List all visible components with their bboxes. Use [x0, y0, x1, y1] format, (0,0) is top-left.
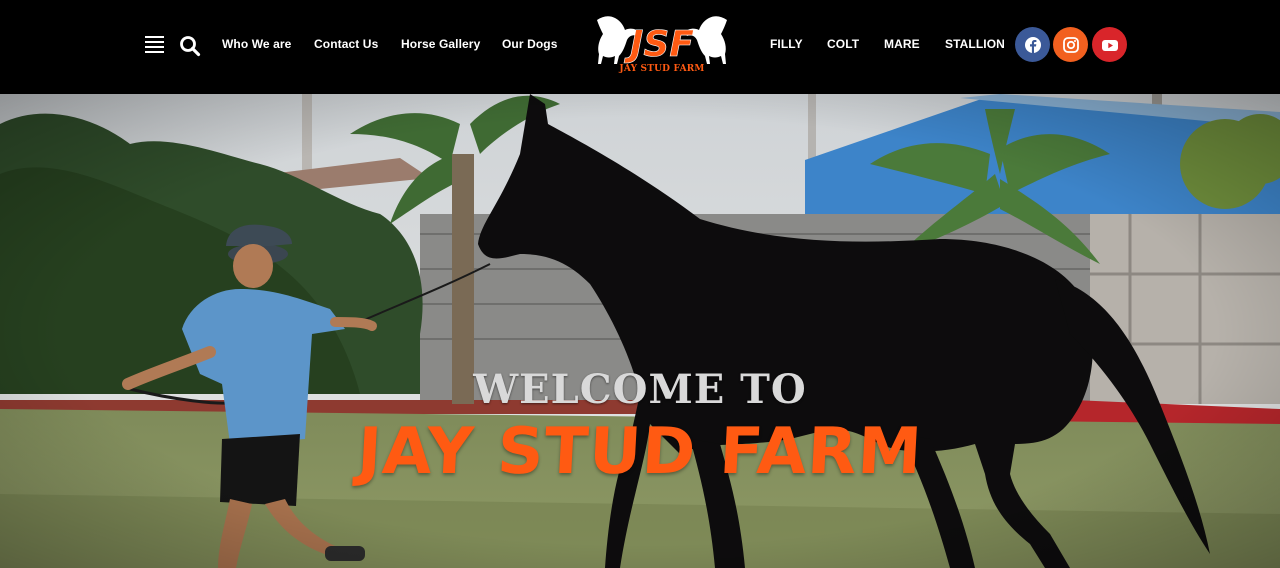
- logo-subtitle: JAY STUD FARM: [619, 64, 705, 74]
- hero-brand-title: JAY STUD FARM: [355, 415, 925, 489]
- logo-letters: JSF: [624, 24, 694, 65]
- youtube-icon[interactable]: [1092, 27, 1127, 62]
- facebook-icon[interactable]: [1015, 27, 1050, 62]
- instagram-icon[interactable]: [1053, 27, 1088, 62]
- nav-mare[interactable]: MARE: [884, 37, 920, 51]
- hero-image: [0, 94, 1280, 568]
- nav-our-dogs[interactable]: Our Dogs: [502, 37, 557, 51]
- nav-filly[interactable]: FILLY: [770, 37, 803, 51]
- nav-contact-us[interactable]: Contact Us: [314, 37, 378, 51]
- nav-horse-gallery[interactable]: Horse Gallery: [401, 37, 480, 51]
- nav-colt[interactable]: COLT: [827, 37, 859, 51]
- nav-stallion[interactable]: STALLION: [945, 37, 1005, 51]
- site-header: Who We are Contact Us Horse Gallery Our …: [0, 0, 1280, 94]
- hero-banner: WELCOME TO JAY STUD FARM: [0, 94, 1280, 568]
- hero-welcome-text: WELCOME TO: [473, 366, 807, 413]
- menu-icon[interactable]: [145, 36, 164, 54]
- nav-who-we-are[interactable]: Who We are: [222, 37, 291, 51]
- search-icon[interactable]: [179, 35, 201, 57]
- site-logo[interactable]: JSF JAY STUD FARM: [593, 12, 731, 78]
